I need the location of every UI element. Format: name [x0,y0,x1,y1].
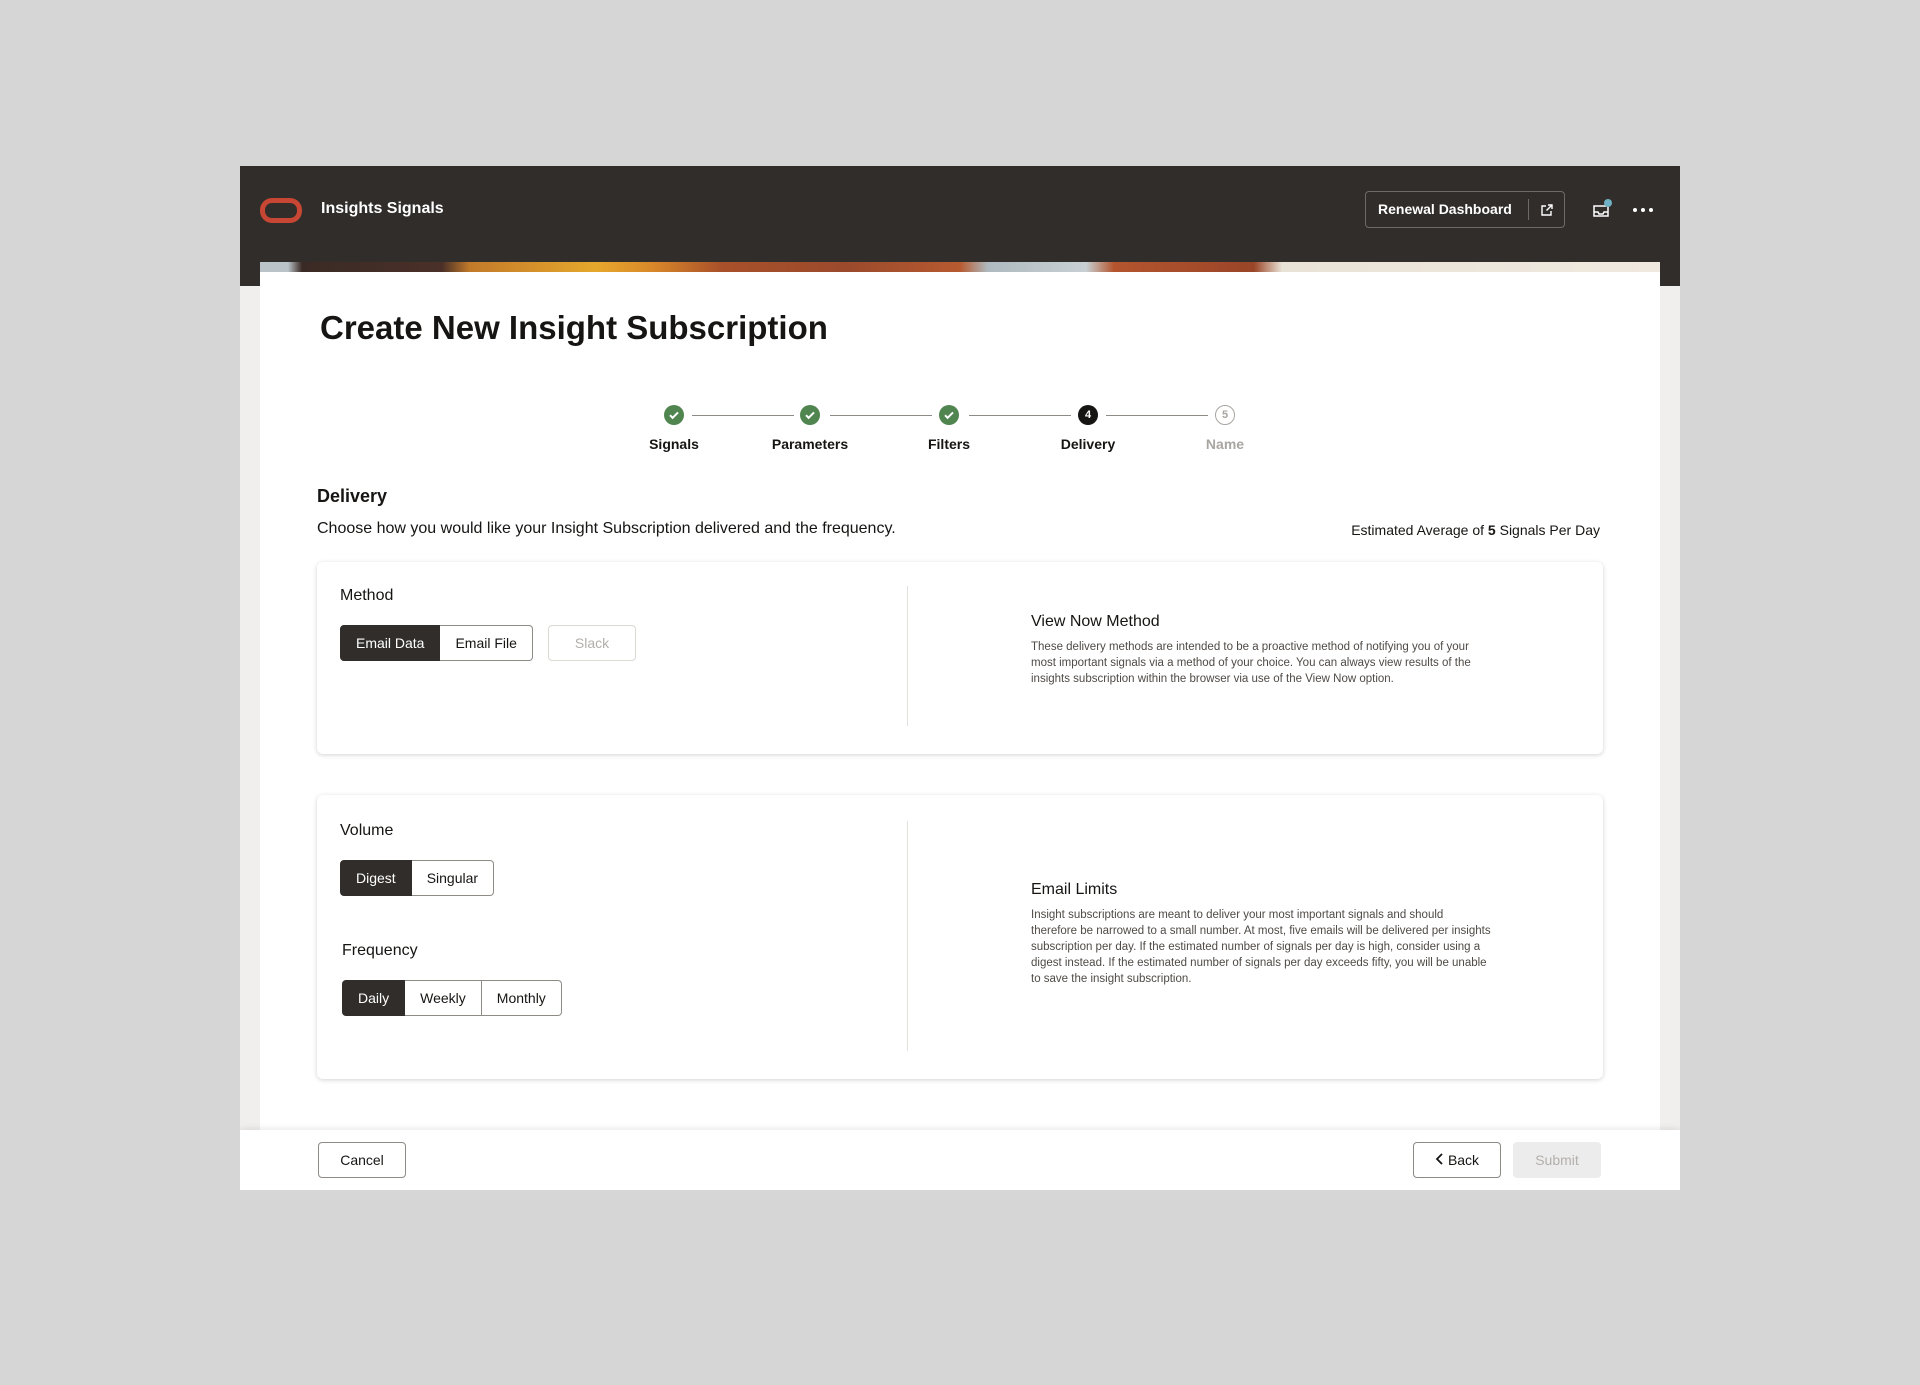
app-window: Insights Signals Renewal Dashboard Creat… [240,166,1680,1190]
page-title: Create New Insight Subscription [320,309,828,346]
method-email-data-button[interactable]: Email Data [340,625,441,661]
signals-estimate: Estimated Average of 5 Signals Per Day [1351,521,1600,539]
app-title: Insights Signals [321,200,444,217]
check-icon [800,405,820,425]
train-step-label: Parameters [771,436,849,452]
notification-dot [1604,199,1612,207]
more-horizontal-icon[interactable] [1630,198,1656,222]
train-step-label: Filters [927,436,970,452]
frequency-button-group: Daily Weekly Monthly [342,980,562,1016]
back-label: Back [1447,1152,1480,1168]
train-step-delivery[interactable]: 4 Delivery [1018,402,1158,453]
inbox-icon[interactable] [1589,198,1613,222]
volume-singular-button[interactable]: Singular [411,860,495,896]
volume-label: Volume [340,822,394,839]
train-step-name[interactable]: 5 Name [1155,402,1295,453]
app-header: Insights Signals Renewal Dashboard [240,166,1680,286]
back-button[interactable]: Back [1413,1142,1501,1178]
submit-label: Submit [1535,1152,1579,1168]
train-step-signals[interactable]: Signals [604,402,744,453]
volume-button-group: Digest Singular [340,860,495,896]
renewal-dashboard-button[interactable]: Renewal Dashboard [1365,191,1565,228]
section-description: Choose how you would like your Insight S… [317,520,896,537]
frequency-weekly-button[interactable]: Weekly [405,980,482,1016]
check-icon [939,405,959,425]
volume-card: Volume Digest Singular Frequency Daily W… [317,795,1603,1079]
train-step-label: Signals [649,436,699,452]
email-limits-title: Email Limits [1031,881,1118,898]
method-slack-button: Slack [548,625,636,661]
email-limits-text: Insight subscriptions are meant to deliv… [1031,909,1491,985]
check-icon [664,405,684,425]
frequency-daily-button[interactable]: Daily [342,980,406,1016]
method-label: Method [340,587,394,604]
oracle-logo-icon[interactable] [260,198,302,223]
estimate-prefix: Estimated Average of [1351,522,1488,538]
estimate-value: 5 [1487,522,1496,538]
method-button-group: Email Data Email File [340,625,533,661]
step-number-badge: 5 [1215,405,1235,425]
volume-digest-button[interactable]: Digest [340,860,412,896]
view-now-title: View Now Method [1031,613,1160,630]
cancel-label: Cancel [340,1152,384,1168]
footer-bar: Cancel Back Submit [240,1130,1680,1190]
frequency-monthly-button[interactable]: Monthly [481,980,562,1016]
card-divider [907,821,908,1051]
train-step-label: Name [1205,436,1245,452]
cancel-button[interactable]: Cancel [318,1142,406,1178]
section-title: Delivery [317,486,388,506]
train-step-label: Delivery [1060,436,1116,452]
renewal-dashboard-label: Renewal Dashboard [1378,201,1512,217]
view-now-text: These delivery methods are intended to b… [1031,641,1471,685]
estimate-suffix: Signals Per Day [1495,522,1600,538]
progress-train: Signals Parameters Filters 4 Delivery 5 … [240,402,1680,462]
method-email-file-button[interactable]: Email File [440,625,533,661]
train-step-parameters[interactable]: Parameters [740,402,880,453]
method-card: Method Email Data Email File Slack View … [317,562,1603,754]
submit-button: Submit [1513,1142,1601,1178]
frequency-label: Frequency [342,942,418,959]
chevron-left-icon [1435,1152,1444,1168]
external-link-icon[interactable] [1529,203,1564,217]
train-step-filters[interactable]: Filters [879,402,1019,453]
card-divider [907,586,908,726]
step-number-badge: 4 [1078,405,1098,425]
